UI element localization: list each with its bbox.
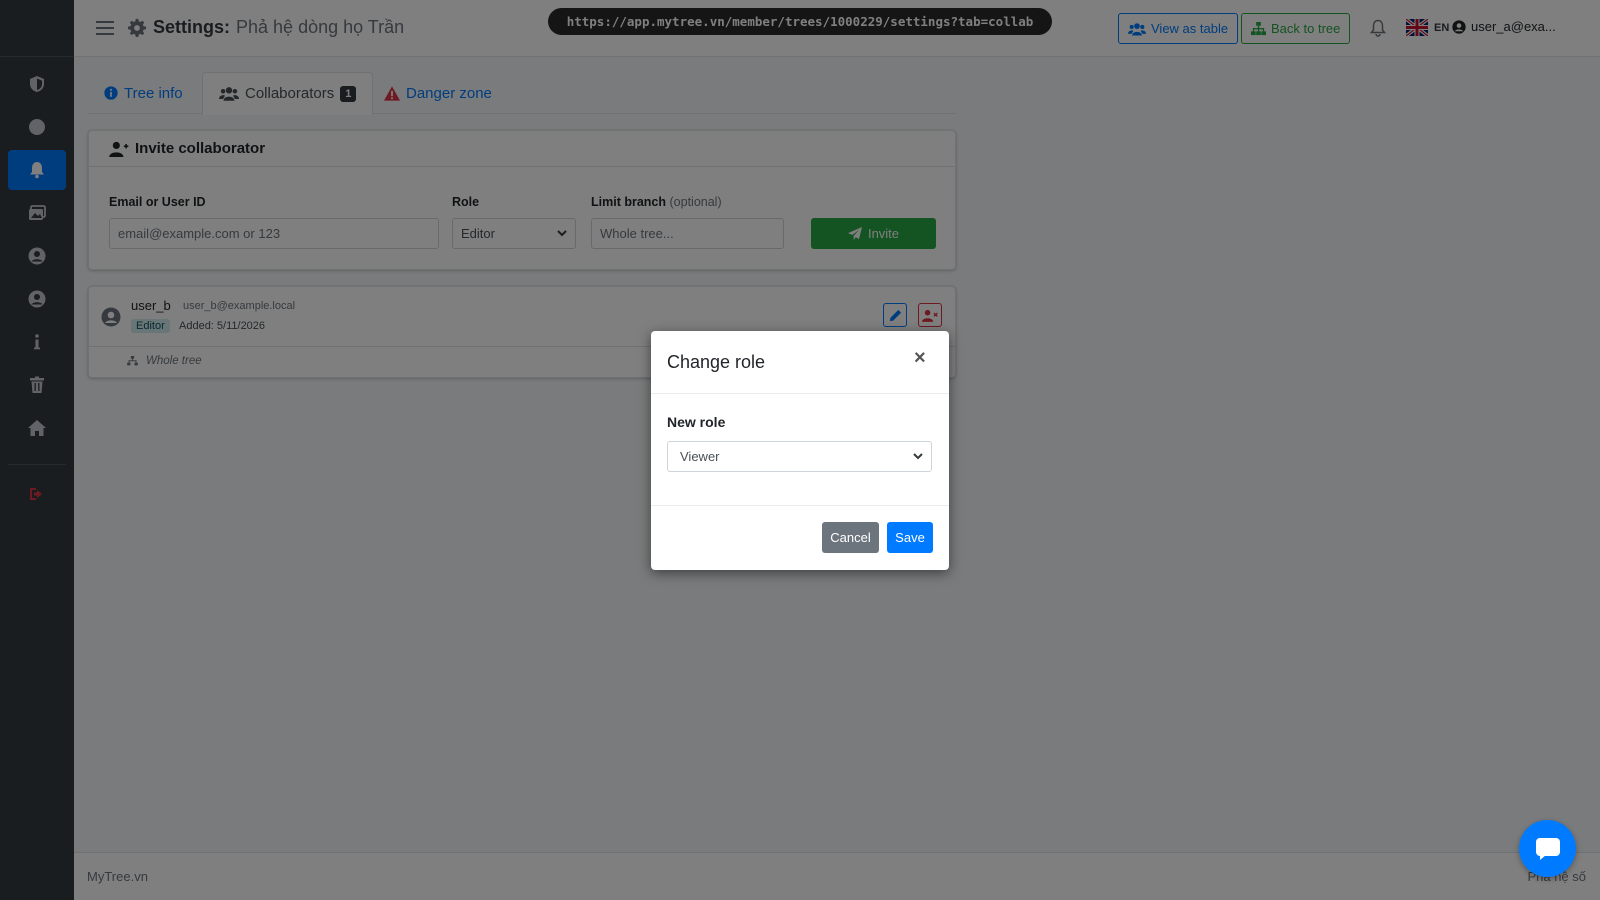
chat-button[interactable] (1519, 820, 1576, 877)
close-icon[interactable]: × (914, 348, 926, 368)
new-role-label: New role (667, 414, 726, 430)
modal-title: Change role (667, 352, 766, 372)
modal-body: New role Viewer (651, 394, 949, 506)
new-role-select[interactable]: Viewer (667, 441, 932, 472)
change-role-modal: Change role × New role Viewer Cancel Sav… (651, 331, 949, 570)
chevron-down-icon (913, 453, 923, 460)
chat-bubble-icon (1535, 837, 1560, 860)
cancel-button[interactable]: Cancel (822, 522, 879, 553)
modal-header: Change role × (651, 331, 949, 394)
save-button[interactable]: Save (887, 522, 933, 553)
new-role-value: Viewer (680, 449, 720, 464)
